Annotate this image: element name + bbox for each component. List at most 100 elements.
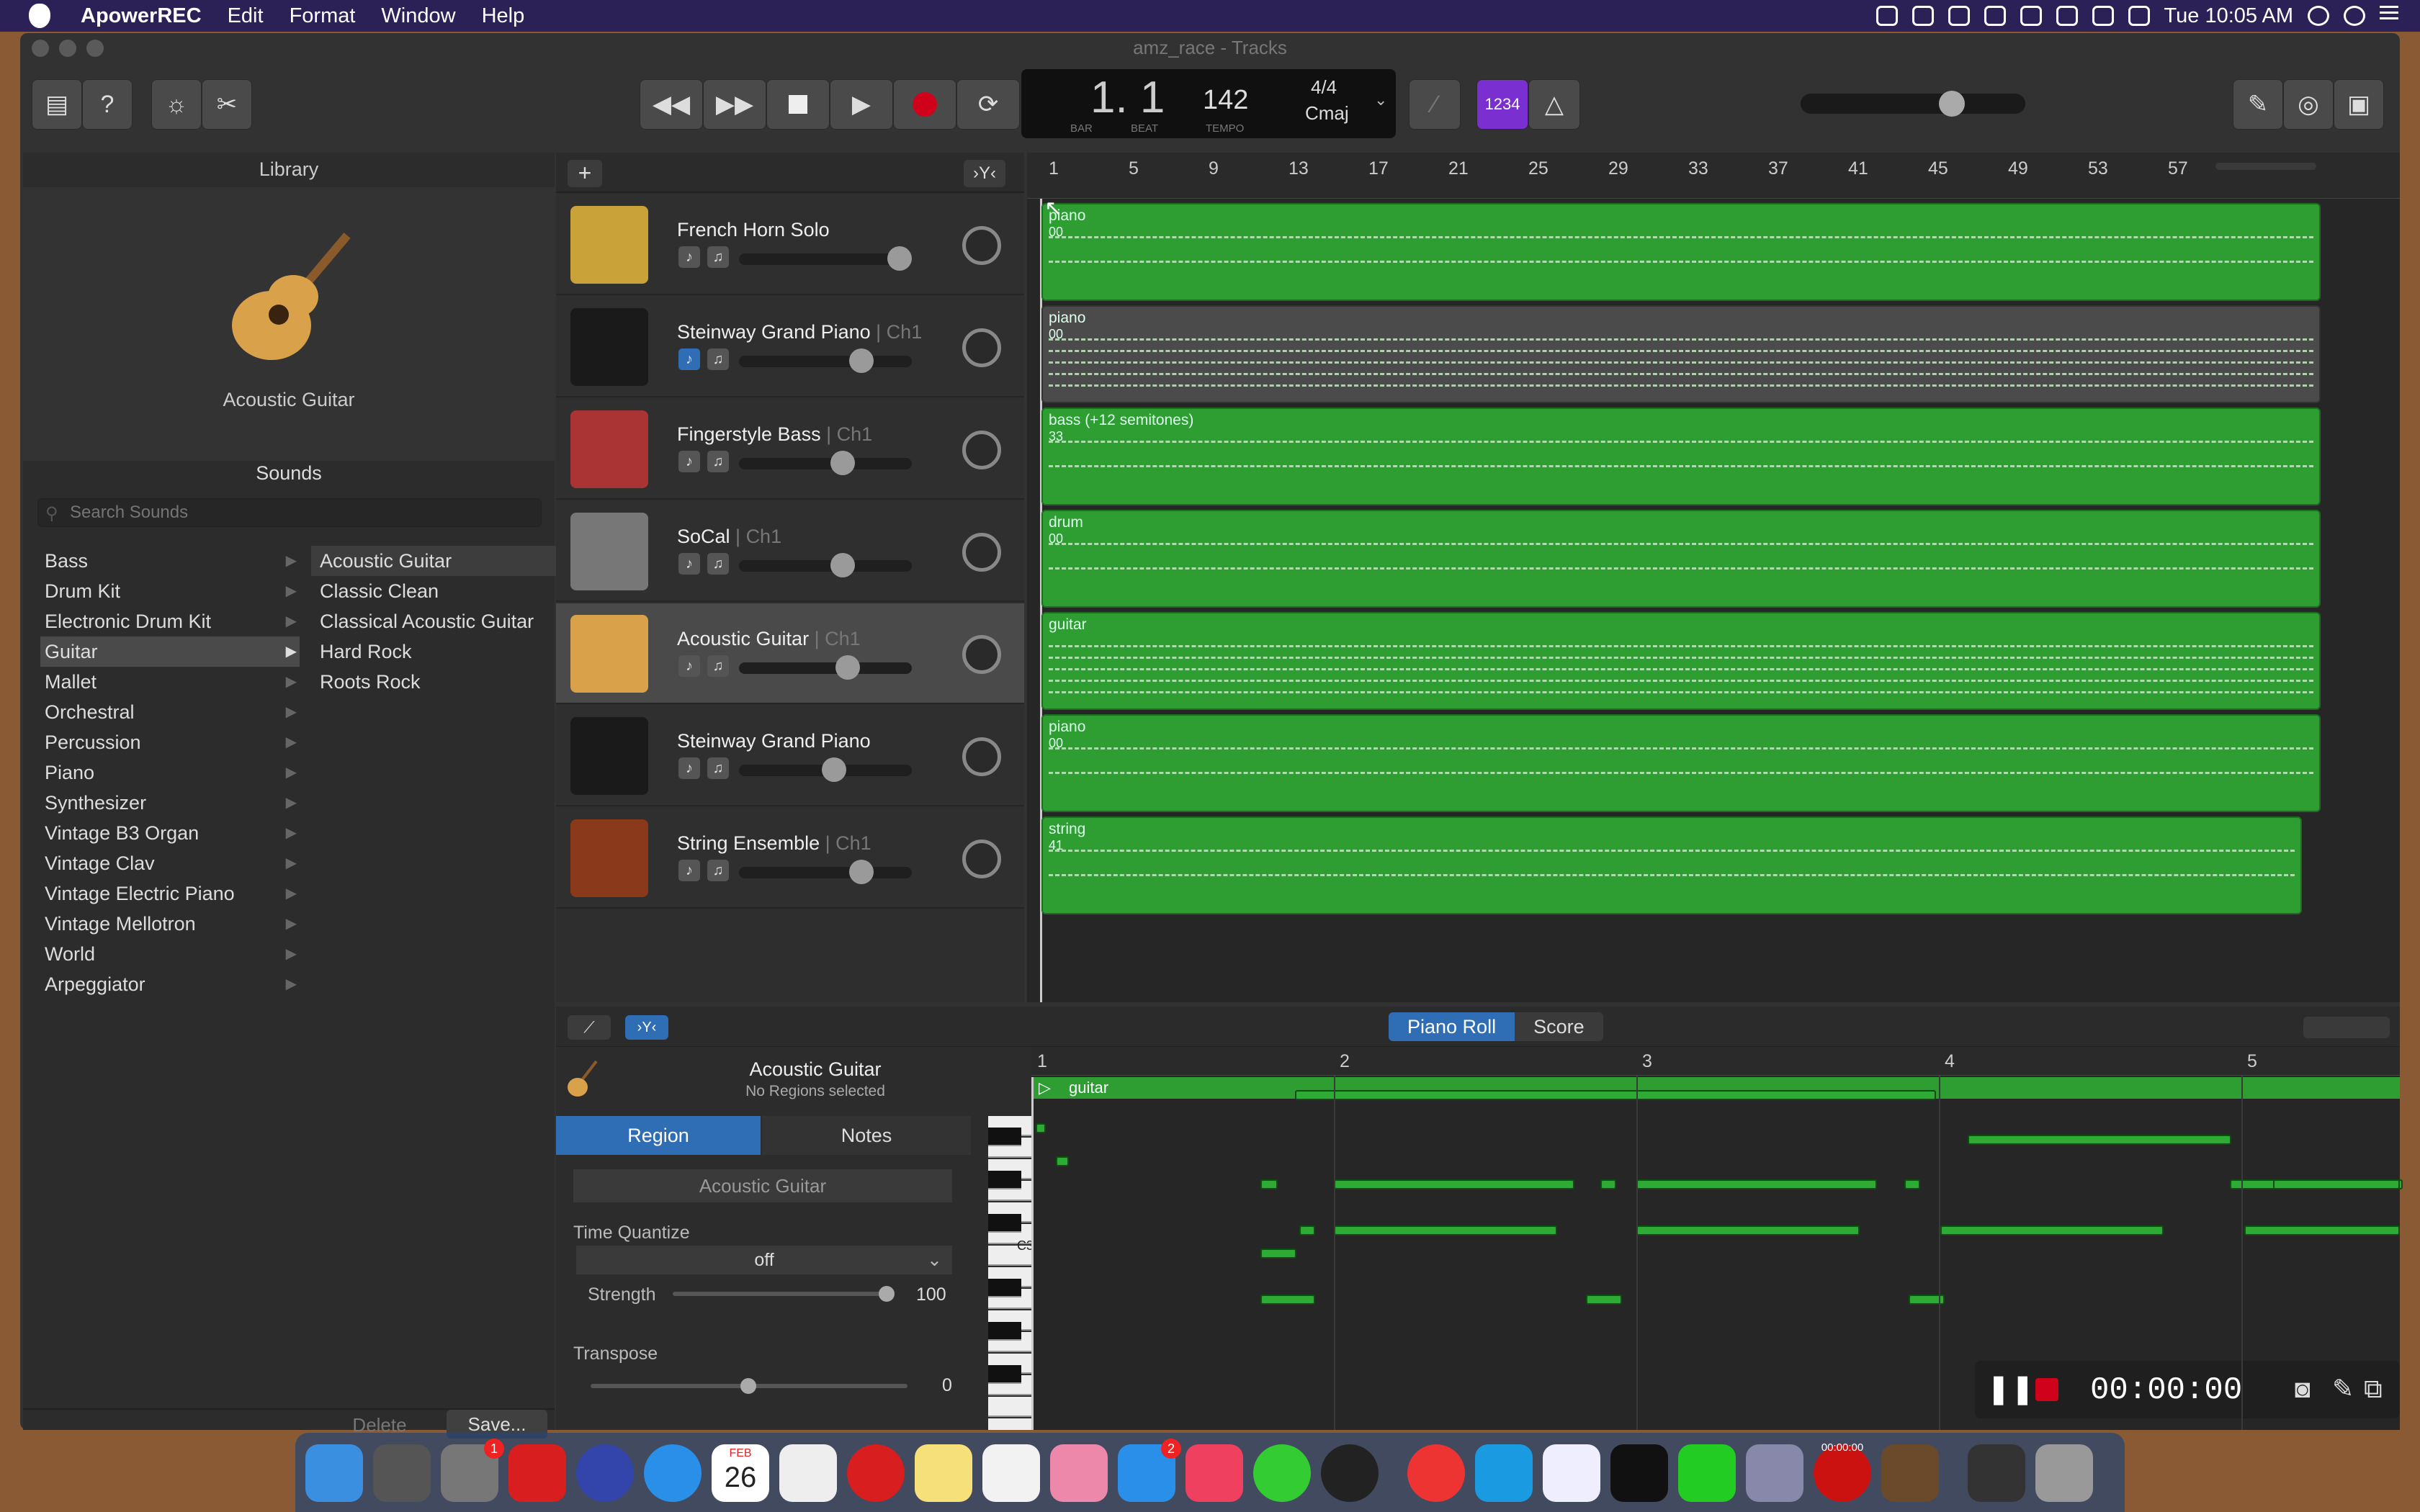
editor-zoom-slider[interactable] <box>2303 1017 2390 1038</box>
track-header[interactable]: French Horn Solo ♪ ♫ <box>556 194 1024 295</box>
ruler[interactable]: 1 5 9 13 17 21 25 29 33 37 41 45 49 53 57 <box>1027 153 2400 199</box>
volume-knob[interactable] <box>830 451 855 475</box>
midi-note[interactable] <box>1334 1179 1574 1189</box>
mute-button[interactable]: ♪ <box>678 655 700 677</box>
black-key[interactable] <box>988 1279 1021 1297</box>
app-menu[interactable]: ApowerREC <box>68 4 215 28</box>
volume-knob[interactable] <box>822 757 846 782</box>
track-header[interactable]: String Ensemble | Ch1 ♪ ♫ <box>556 808 1024 909</box>
pan-knob[interactable] <box>962 431 1001 469</box>
chrome-icon[interactable] <box>1407 1444 1465 1502</box>
track-header[interactable]: Steinway Grand Piano ♪ ♫ <box>556 706 1024 806</box>
category-item[interactable]: Arpeggiator ▶ <box>40 969 300 999</box>
track-region[interactable]: piano 00 <box>1041 203 2321 301</box>
transpose-slider[interactable] <box>591 1378 908 1394</box>
white-key[interactable] <box>988 1418 1031 1430</box>
music-icon[interactable] <box>1186 1444 1243 1502</box>
pause-icon[interactable]: ❚❚ <box>1986 1372 2035 1405</box>
editor-playhead[interactable] <box>1031 1077 1034 1430</box>
tracks-area[interactable]: 1 5 9 13 17 21 25 29 33 37 41 45 49 53 57 piano 00 piano… <box>1027 153 2400 1002</box>
sound-item[interactable]: Classical Acoustic Guitar <box>311 606 556 636</box>
track-volume-slider[interactable] <box>739 348 912 373</box>
help-button[interactable]: ? <box>82 79 133 130</box>
expand-icon[interactable]: ⧉ <box>2364 1374 2383 1405</box>
tab-piano-roll[interactable]: Piano Roll <box>1389 1012 1515 1041</box>
lcd-key[interactable]: Cmaj <box>1305 102 1349 125</box>
editors-button[interactable]: ✂ <box>202 79 252 130</box>
volume-knob[interactable] <box>830 553 855 577</box>
minimize-button[interactable] <box>59 40 76 57</box>
screen-status-icon[interactable] <box>1948 6 1970 26</box>
launchpad-icon[interactable] <box>373 1444 431 1502</box>
menu-help[interactable]: Help <box>469 4 538 28</box>
siri-icon[interactable] <box>576 1444 634 1502</box>
midi-note[interactable] <box>1299 1225 1315 1236</box>
photos-icon[interactable] <box>1050 1444 1108 1502</box>
master-volume-slider[interactable] <box>1801 91 2025 117</box>
midi-note[interactable] <box>1636 1179 1877 1189</box>
stop-record-icon[interactable] <box>2035 1378 2058 1401</box>
black-key[interactable] <box>988 1322 1021 1341</box>
volume-knob[interactable] <box>849 860 874 884</box>
siri-icon[interactable] <box>2344 6 2365 26</box>
black-key[interactable] <box>988 1365 1021 1384</box>
region-name-field[interactable]: Acoustic Guitar <box>573 1169 952 1202</box>
loop-browser-button[interactable]: ◎ <box>2283 79 2334 130</box>
pycharm-icon[interactable] <box>1678 1444 1736 1502</box>
category-item[interactable]: Vintage Electric Piano ▶ <box>40 878 300 909</box>
add-track-button[interactable]: + <box>568 160 602 187</box>
solo-button[interactable]: ♫ <box>707 860 729 881</box>
garageband-icon[interactable] <box>1881 1444 1939 1502</box>
lcd-dropdown-icon[interactable]: ⌄ <box>1374 91 1387 109</box>
search-sounds-input[interactable] <box>70 502 531 523</box>
category-item[interactable]: Vintage Mellotron ▶ <box>40 909 300 939</box>
record-button[interactable] <box>893 79 956 130</box>
metronome-button[interactable]: △ <box>1528 79 1580 130</box>
category-item[interactable]: Vintage B3 Organ ▶ <box>40 818 300 848</box>
media-browser-button[interactable]: ▣ <box>2334 79 2384 130</box>
menu-window[interactable]: Window <box>368 4 468 28</box>
qq-status-icon[interactable] <box>1912 6 1934 26</box>
track-volume-slider[interactable] <box>739 246 913 271</box>
automation-button[interactable]: ⟋ <box>568 1015 611 1040</box>
track-region[interactable]: guitar <box>1041 612 2321 710</box>
mute-button[interactable]: ♪ <box>678 246 700 268</box>
mute-button[interactable]: ♪ <box>678 348 700 370</box>
system-preferences-icon[interactable]: 1 <box>441 1439 504 1502</box>
feishu-icon[interactable] <box>1475 1444 1533 1502</box>
sound-item[interactable]: Hard Rock <box>311 636 556 667</box>
category-item[interactable]: Percussion ▶ <box>40 727 300 757</box>
mute-button[interactable]: ♪ <box>678 553 700 575</box>
midi-note[interactable] <box>2273 1179 2400 1189</box>
notes-icon[interactable] <box>915 1444 972 1502</box>
zoom-slider[interactable] <box>2215 163 2316 170</box>
track-region[interactable]: string 41 <box>1041 816 2302 914</box>
wechat-status-icon[interactable] <box>1876 6 1898 26</box>
midi-note[interactable] <box>1260 1179 1278 1189</box>
sound-item[interactable]: Roots Rock <box>311 667 556 697</box>
midi-note[interactable] <box>1904 1179 1920 1189</box>
pan-knob[interactable] <box>962 328 1001 367</box>
track-header[interactable]: Acoustic Guitar | Ch1 ♪ ♫ <box>556 603 1024 704</box>
solo-button[interactable]: ♫ <box>707 553 729 575</box>
midi-note[interactable] <box>1295 1090 1936 1100</box>
pan-knob[interactable] <box>962 840 1001 878</box>
piano-keyboard[interactable] <box>988 1116 1031 1430</box>
track-region[interactable]: piano 00 <box>1041 305 2321 403</box>
library-button[interactable]: ▤ <box>32 79 82 130</box>
midi-note[interactable] <box>1600 1179 1616 1189</box>
tab-score[interactable]: Score <box>1515 1012 1603 1041</box>
midi-note[interactable] <box>1636 1225 1860 1236</box>
cycle-button[interactable]: ⟳ <box>956 79 1020 130</box>
category-item[interactable]: Mallet ▶ <box>40 667 300 697</box>
track-volume-slider[interactable] <box>739 860 912 884</box>
pen-icon[interactable]: ✎ <box>2332 1374 2354 1404</box>
volume-knob[interactable] <box>835 655 861 680</box>
input-method-icon[interactable] <box>2020 6 2042 26</box>
mute-button[interactable]: ♪ <box>678 451 700 472</box>
app-store-icon[interactable]: 2 <box>1118 1439 1181 1502</box>
category-item[interactable]: Guitar ▶ <box>40 636 300 667</box>
battery-icon[interactable] <box>2128 6 2150 26</box>
midi-note[interactable] <box>1586 1295 1622 1305</box>
baidu-netdisk-icon[interactable] <box>1543 1444 1600 1502</box>
